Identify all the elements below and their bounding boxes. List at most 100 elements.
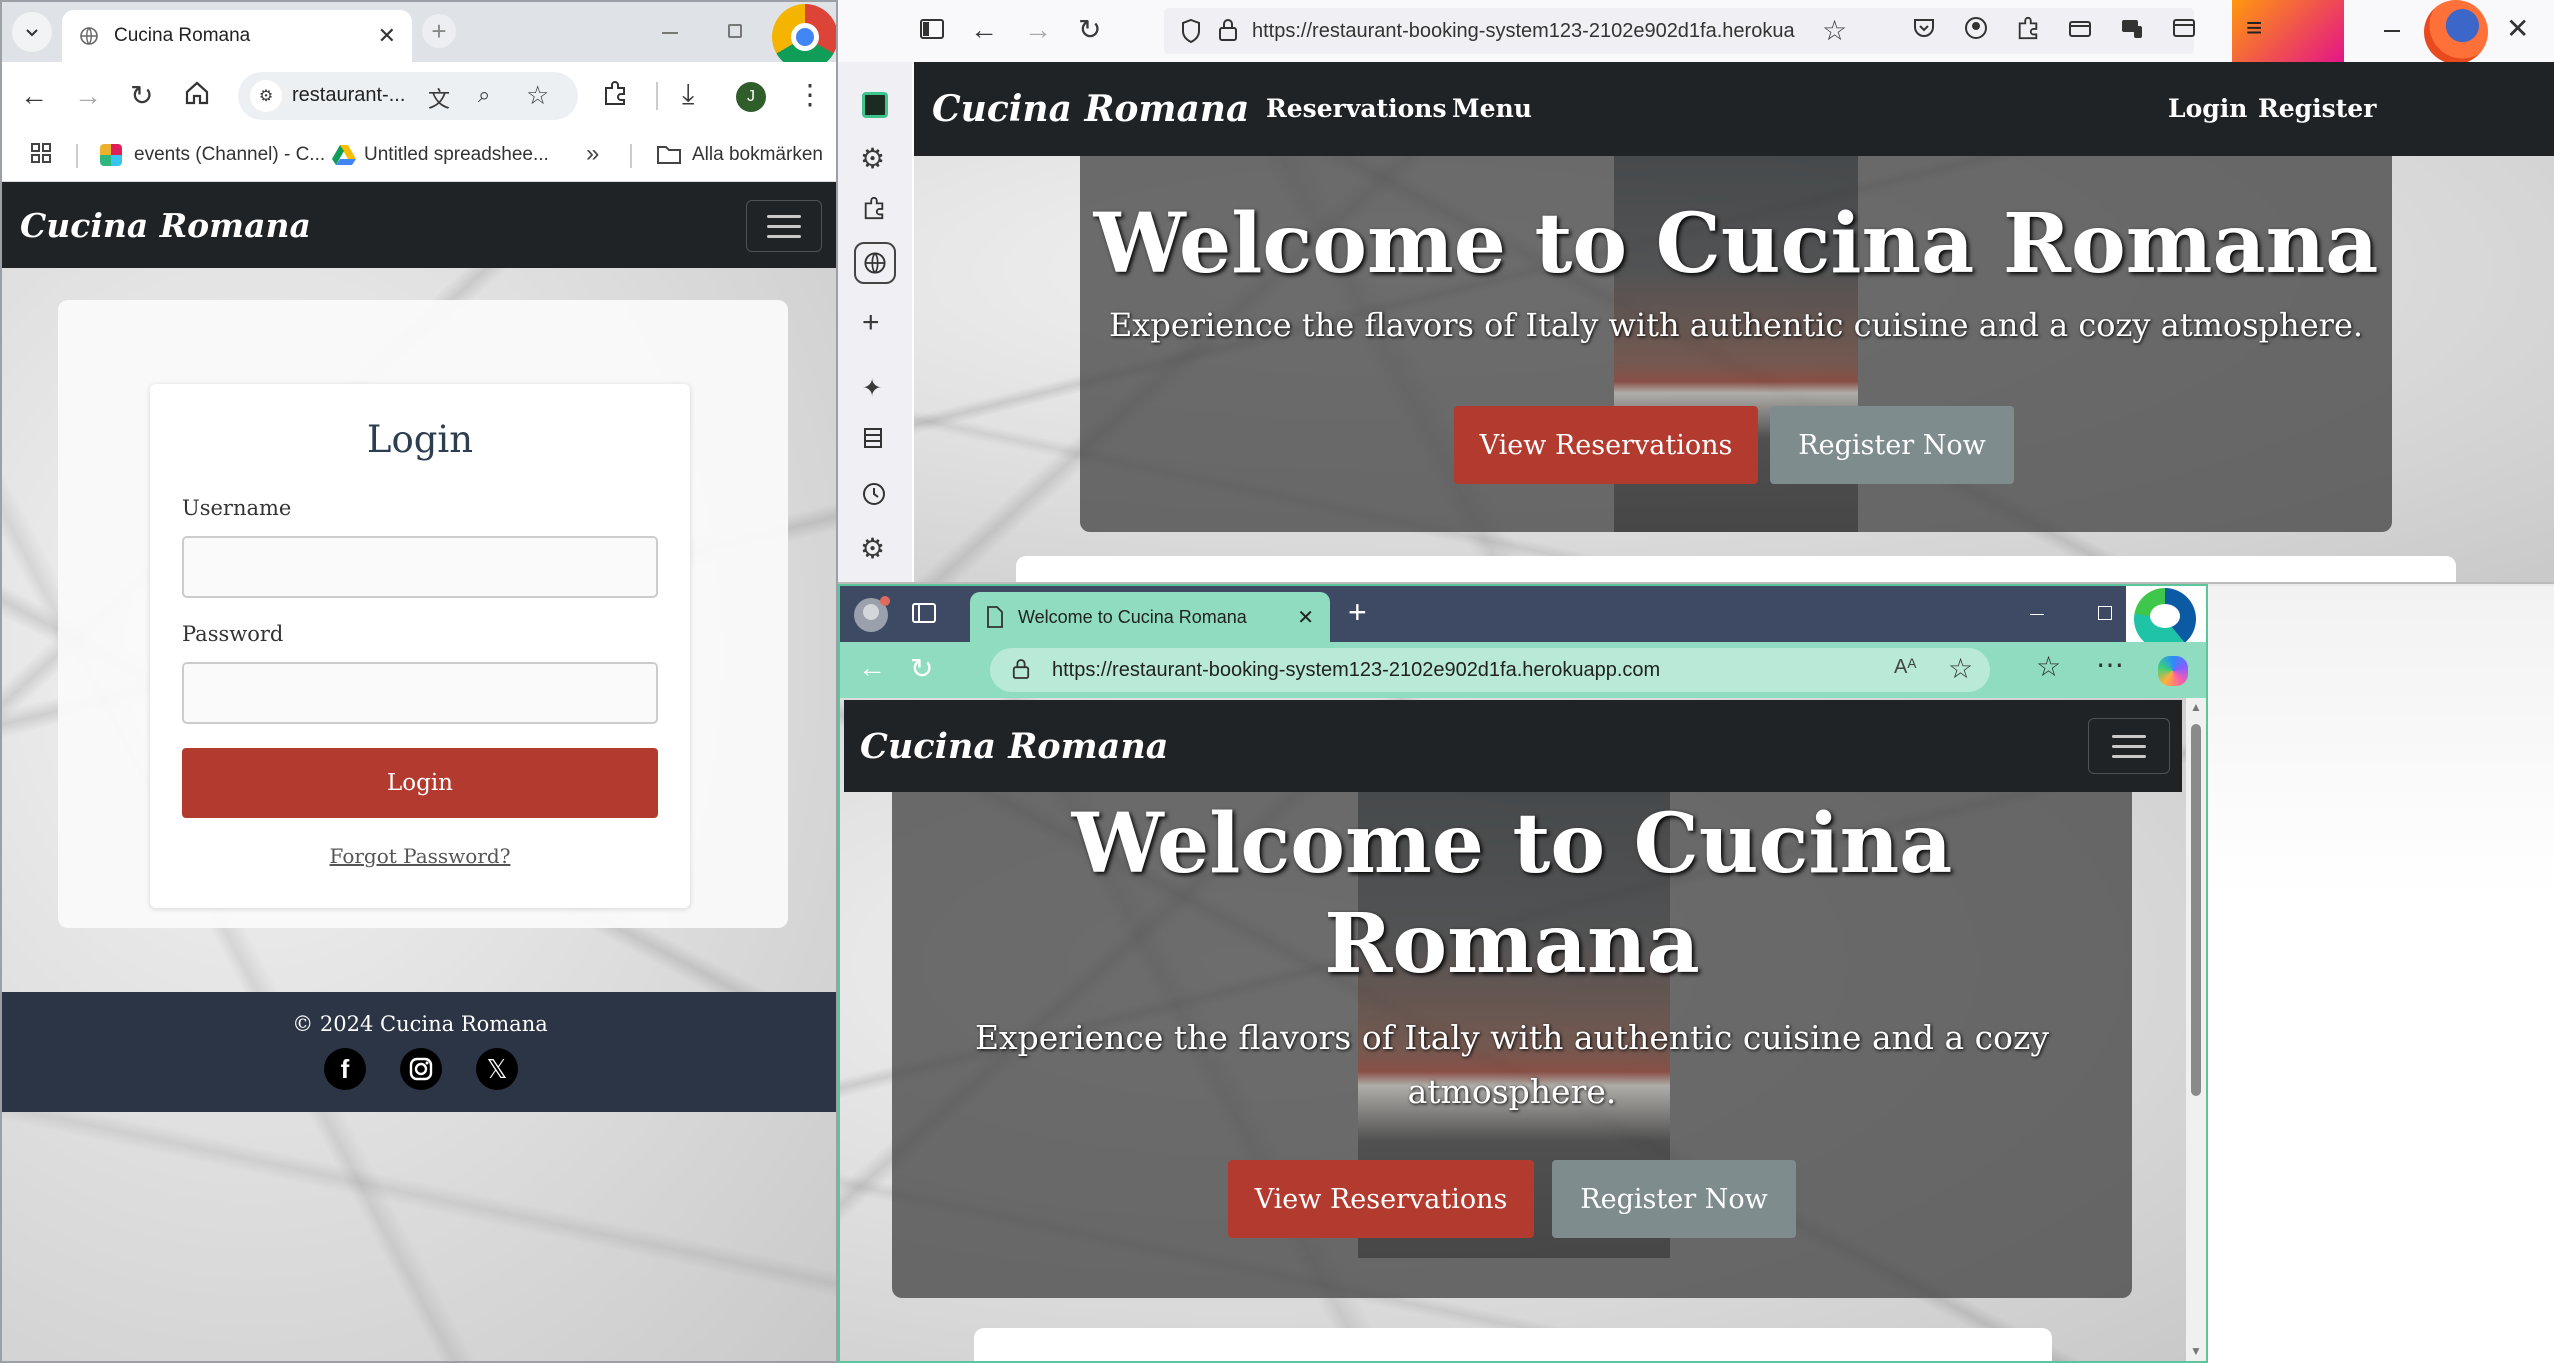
edge-minimize-icon[interactable] xyxy=(2030,614,2044,615)
copilot-icon[interactable] xyxy=(2158,656,2188,686)
ff-close-icon[interactable]: ✕ xyxy=(2506,12,2529,45)
ff-hero-subtitle: Experience the flavors of Italy with aut… xyxy=(1108,306,2364,344)
omnibox[interactable]: ⚙ restaurant-... 文 ⌕ ☆ xyxy=(238,72,578,120)
login-button[interactable]: Login xyxy=(182,748,658,818)
home-icon[interactable] xyxy=(184,80,210,106)
window-icon[interactable] xyxy=(2172,16,2196,40)
forward-icon[interactable]: → xyxy=(74,80,102,112)
scroll-down-icon[interactable]: ▼ xyxy=(2190,1344,2202,1358)
scroll-up-icon[interactable]: ▲ xyxy=(2190,700,2202,714)
device-icon[interactable] xyxy=(2120,16,2144,40)
sidebar-toggle-icon[interactable] xyxy=(920,18,944,40)
edge-view-reservations-button[interactable]: View Reservations xyxy=(1228,1160,1534,1238)
edge-tab-actions-icon[interactable] xyxy=(912,602,936,624)
chrome-page: Cucina Romana Login Username Password Lo… xyxy=(2,182,836,1361)
forgot-password-link[interactable]: Forgot Password? xyxy=(150,844,690,868)
x-twitter-icon[interactable]: 𝕏 xyxy=(476,1048,518,1090)
edge-site-brand[interactable]: Cucina Romana xyxy=(860,726,1169,767)
nav-login[interactable]: Login xyxy=(2168,94,2247,123)
maximize-icon[interactable] xyxy=(728,24,742,38)
profile-avatar[interactable]: J xyxy=(736,82,766,112)
extensions-icon[interactable] xyxy=(602,80,628,106)
facebook-icon[interactable]: f xyxy=(324,1048,366,1090)
sidebar-globe-icon[interactable] xyxy=(854,242,896,284)
sidebar-gear-icon[interactable]: ⚙ xyxy=(860,142,885,175)
container-icon[interactable] xyxy=(2068,16,2092,40)
bookmark-star-icon[interactable]: ☆ xyxy=(526,80,549,111)
pocket-icon[interactable] xyxy=(1912,16,1936,40)
ff-reload-icon[interactable]: ↻ xyxy=(1078,13,1101,46)
ff-menu-icon[interactable]: ≡ xyxy=(2246,12,2262,44)
zoom-icon[interactable]: ⌕ xyxy=(478,82,490,108)
navbar-toggler[interactable] xyxy=(746,200,822,252)
menu-dots-icon[interactable]: ⋮ xyxy=(796,78,824,111)
account-icon[interactable] xyxy=(1964,16,1988,40)
chrome-tabstrip: Cucina Romana ✕ + xyxy=(2,2,836,70)
globe-icon xyxy=(78,25,100,47)
site-info-icon[interactable]: ⚙ xyxy=(250,80,282,112)
bookmark-1[interactable]: events (Channel) - C... xyxy=(134,144,325,166)
edge-lock-icon[interactable] xyxy=(1012,658,1030,680)
lock-icon[interactable] xyxy=(1218,18,1238,42)
back-icon[interactable]: ← xyxy=(20,80,48,112)
nav-menu[interactable]: Menu xyxy=(1452,94,1532,123)
sidebar-settings-icon[interactable]: ⚙ xyxy=(860,532,885,565)
nav-register[interactable]: Register xyxy=(2258,94,2376,123)
password-input[interactable] xyxy=(182,662,658,724)
site-navbar: Cucina Romana xyxy=(2,182,836,268)
username-input[interactable] xyxy=(182,536,658,598)
edge-reload-icon[interactable]: ↻ xyxy=(910,652,933,685)
ff-register-now-button[interactable]: Register Now xyxy=(1770,406,2014,484)
close-tab-icon[interactable]: ✕ xyxy=(378,23,396,49)
reload-icon[interactable]: ↻ xyxy=(130,79,153,112)
sidebar-sparkle-icon[interactable]: ✦ xyxy=(862,374,882,403)
tab-title: Cucina Romana xyxy=(114,25,251,46)
edge-tab-active[interactable]: Welcome to Cucina Romana ✕ xyxy=(970,592,1330,642)
ff-minimize-icon[interactable] xyxy=(2384,30,2400,32)
bookmarks-more[interactable]: » xyxy=(586,140,599,168)
download-icon[interactable]: ⤓ xyxy=(682,78,694,111)
bookmark-2[interactable]: Untitled spreadshee... xyxy=(364,144,549,166)
minimize-icon[interactable] xyxy=(662,32,678,34)
edge-navbar-toggler[interactable] xyxy=(2088,718,2170,774)
edge-back-icon[interactable]: ← xyxy=(858,652,886,684)
edge-close-tab-icon[interactable]: ✕ xyxy=(1297,605,1314,630)
page-icon xyxy=(986,606,1004,628)
read-aloud-icon[interactable]: Aᴬ xyxy=(1894,656,1916,679)
ff-site-brand[interactable]: Cucina Romana xyxy=(932,88,1249,130)
instagram-icon[interactable] xyxy=(400,1048,442,1090)
nav-reservations[interactable]: Reservations xyxy=(1266,94,1447,123)
edge-url-text: https://restaurant-booking-system123-210… xyxy=(1052,659,1661,681)
sidebar-app-icon[interactable] xyxy=(862,92,888,118)
sidebar-database-icon[interactable] xyxy=(862,426,886,450)
sidebar-history-icon[interactable] xyxy=(862,482,886,506)
edge-maximize-icon[interactable] xyxy=(2098,606,2112,620)
edge-favorite-icon[interactable]: ☆ xyxy=(1948,652,1973,685)
edge-new-tab-icon[interactable]: + xyxy=(1348,594,1367,631)
sidebar-add-icon[interactable]: + xyxy=(862,306,880,340)
apps-grid-icon[interactable] xyxy=(30,142,52,164)
edge-register-now-button[interactable]: Register Now xyxy=(1552,1160,1796,1238)
edge-favorites-icon[interactable]: ☆ xyxy=(2036,650,2061,683)
scrollbar-thumb[interactable] xyxy=(2191,724,2201,1096)
edge-page: Cucina Romana Welcome to Cucina Romana E… xyxy=(840,698,2186,1361)
edge-profile-avatar[interactable] xyxy=(854,596,890,632)
ff-bookmark-star-icon[interactable]: ☆ xyxy=(1822,14,1847,47)
ff-forward-icon[interactable]: → xyxy=(1024,14,1052,46)
shield-icon[interactable] xyxy=(1180,18,1202,44)
edge-scrollbar[interactable]: ▲ ▼ xyxy=(2186,698,2206,1361)
edge-tabstrip: Welcome to Cucina Romana ✕ + xyxy=(840,586,2206,652)
chrome-tab-active[interactable]: Cucina Romana ✕ xyxy=(62,10,412,62)
ff-view-reservations-button[interactable]: View Reservations xyxy=(1454,406,1758,484)
site-brand[interactable]: Cucina Romana xyxy=(20,206,311,245)
new-tab-icon[interactable]: + xyxy=(422,14,456,48)
ff-back-icon[interactable]: ← xyxy=(970,14,998,46)
all-bookmarks[interactable]: Alla bokmärken xyxy=(692,144,823,166)
translate-icon[interactable]: 文 xyxy=(428,82,450,114)
tab-search-icon[interactable] xyxy=(12,12,52,52)
edge-urlbar[interactable]: https://restaurant-booking-system123-210… xyxy=(990,648,1990,692)
edge-more-icon[interactable]: ⋯ xyxy=(2096,648,2124,681)
sidebar-puzzle-icon[interactable] xyxy=(862,196,886,220)
ff-extensions-icon[interactable] xyxy=(2016,16,2040,40)
hamburger-line xyxy=(767,234,801,238)
